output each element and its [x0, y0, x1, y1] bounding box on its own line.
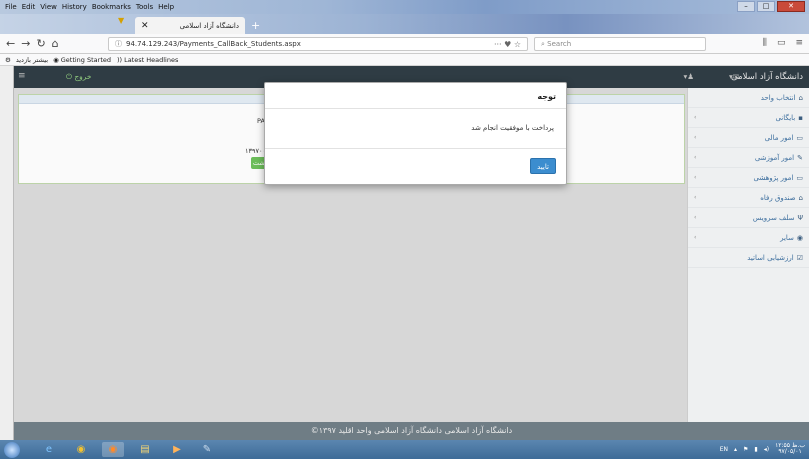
bookmarks-bar: ⚙ بیشتر بازدید ◉ Getting Started )) Late…: [0, 54, 809, 66]
rss-icon: )): [117, 55, 123, 64]
menu-tools[interactable]: Tools: [136, 3, 153, 11]
chevron-left-icon: ‹: [694, 214, 697, 221]
firefox-icon[interactable]: ◉: [102, 442, 124, 457]
chevron-left-icon: ‹: [694, 154, 697, 161]
menu-toggle-icon[interactable]: ≡: [18, 71, 26, 81]
flag-icon[interactable]: ⚑: [743, 446, 748, 453]
monitor-icon: ▭: [796, 173, 803, 182]
ie-icon[interactable]: e: [38, 442, 60, 457]
toolbar-right: ⫼ ▭ ≡: [763, 38, 803, 48]
chevron-left-icon: ‹: [694, 174, 697, 181]
sidebar-item-archive[interactable]: ‹ بایگانی ▪: [688, 108, 809, 128]
sidebar-item-self-service[interactable]: ‹ سلف سرویس Ψ: [688, 208, 809, 228]
exit-link[interactable]: ⏻ خروج: [66, 72, 92, 82]
sidebar-item-course-selection[interactable]: انتخاب واحد ⌂: [688, 88, 809, 108]
back-icon[interactable]: ←: [6, 37, 15, 50]
home-icon[interactable]: ⌂: [52, 37, 59, 50]
sidebar-item-welfare[interactable]: ‹ صندوق رفاه ⌂: [688, 188, 809, 208]
pencil-icon: ✎: [797, 153, 803, 162]
footer: ©۱۳۹۷ دانشگاه آزاد اسلامی دانشگاه آزاد ا…: [14, 422, 809, 440]
language-indicator[interactable]: EN: [720, 446, 728, 453]
system-tray: EN ▴ ⚑ ▮ ◂) ۱۲:۵۵ ب.ظ ۹۷/۰۵/۰۱: [720, 443, 805, 455]
tray-arrow-icon[interactable]: ▴: [734, 446, 737, 453]
menu-file[interactable]: File: [5, 3, 17, 11]
divider: [265, 108, 566, 109]
taskbar: e ◉ ◉ ▤ ▶ ✎ EN ▴ ⚑ ▮ ◂) ۱۲:۵۵ ب.ظ ۹۷/۰۵/…: [0, 440, 809, 459]
sidebar-item-finance[interactable]: ‹ امور مالی ▭: [688, 128, 809, 148]
ok-button[interactable]: تایید: [530, 158, 556, 174]
menu-bookmarks[interactable]: Bookmarks: [92, 3, 131, 11]
info-icon[interactable]: ⓘ: [115, 39, 122, 49]
favicon-icon: ▼: [118, 16, 125, 25]
reload-icon[interactable]: ↻: [36, 37, 45, 50]
bank-icon: ⌂: [798, 193, 803, 202]
dialog-title: توجه: [537, 92, 556, 101]
sidebar-item-evaluation[interactable]: ارزشیابی اساتید ☑: [688, 248, 809, 268]
brand-title: دانشگاه آزاد اسلامی: [730, 72, 803, 82]
library-icon[interactable]: ⫼: [763, 38, 767, 48]
tab-title: دانشگاه آزاد اسلامی: [179, 21, 239, 30]
navigation-bar: ← → ↻ ⌂ ⓘ 94.74.129.243/Payments_CallBac…: [0, 34, 809, 54]
circle-icon: ◉: [796, 233, 803, 242]
folder-icon[interactable]: ▤: [134, 442, 156, 457]
home-icon: ⌂: [798, 93, 803, 102]
bookmark-most-visited[interactable]: بیشتر بازدید: [16, 56, 48, 64]
sidebar-item-other[interactable]: ‹ سایر ◉: [688, 228, 809, 248]
menu-bar: File Edit View History Bookmarks Tools H…: [0, 0, 809, 14]
tab-active[interactable]: ✕ دانشگاه آزاد اسلامی: [135, 17, 245, 34]
chevron-left-icon: ‹: [694, 114, 697, 121]
dialog-message: پرداخت با موفقیت انجام شد: [471, 124, 554, 132]
chrome-icon[interactable]: ◉: [70, 442, 92, 457]
close-window-button[interactable]: ✕: [777, 1, 805, 12]
check-icon: ☑: [796, 253, 803, 262]
food-icon: Ψ: [797, 213, 803, 222]
new-tab-button[interactable]: +: [251, 19, 260, 32]
tab-strip: ▼ ✕ دانشگاه آزاد اسلامی +: [0, 14, 809, 34]
url-text: 94.74.129.243/Payments_CallBack_Students…: [126, 40, 301, 48]
sidebar-item-research[interactable]: ‹ امور پژوهشی ▭: [688, 168, 809, 188]
left-strip: [0, 66, 14, 440]
start-button[interactable]: [4, 442, 20, 458]
volume-icon[interactable]: ◂): [764, 446, 769, 453]
search-input[interactable]: ⌕ Search: [534, 37, 706, 51]
hamburger-menu-icon[interactable]: ≡: [795, 38, 803, 48]
media-icon[interactable]: ▶: [166, 442, 188, 457]
bookmark-getting-started[interactable]: Getting Started: [61, 56, 111, 64]
window-controls: – □ ✕: [737, 1, 805, 12]
bookmark-latest-headlines[interactable]: Latest Headlines: [124, 56, 178, 64]
menu-history[interactable]: History: [62, 3, 87, 11]
network-icon[interactable]: ▮: [754, 446, 757, 453]
maximize-button[interactable]: □: [757, 1, 775, 12]
menu-edit[interactable]: Edit: [22, 3, 36, 11]
alert-dialog: توجه پرداخت با موفقیت انجام شد تایید: [264, 82, 567, 185]
menu-view[interactable]: View: [40, 3, 57, 11]
page-actions-icon[interactable]: ··· ♥ ☆: [494, 40, 521, 49]
search-placeholder: Search: [547, 40, 572, 48]
money-icon: ▭: [796, 133, 803, 142]
forward-icon[interactable]: →: [21, 37, 30, 50]
close-icon[interactable]: ✕: [141, 21, 149, 31]
minimize-button[interactable]: –: [737, 1, 755, 12]
archive-icon: ▪: [798, 113, 803, 122]
chevron-left-icon: ‹: [694, 234, 697, 241]
sidebar-item-education[interactable]: ‹ امور آموزشی ✎: [688, 148, 809, 168]
sidebar: انتخاب واحد ⌂ ‹ بایگانی ▪ ‹ امور مالی ▭ ‹ ا…: [687, 88, 809, 440]
paint-icon[interactable]: ✎: [196, 442, 218, 457]
chevron-left-icon: ‹: [694, 134, 697, 141]
clock-date: ۹۷/۰۵/۰۱: [778, 448, 802, 455]
user-icon[interactable]: ▾♟: [684, 72, 695, 81]
chevron-left-icon: ‹: [694, 194, 697, 201]
sidebar-icon[interactable]: ▭: [777, 38, 786, 48]
firefox-icon: ◉: [53, 55, 59, 64]
url-bar[interactable]: ⓘ 94.74.129.243/Payments_CallBack_Studen…: [108, 37, 528, 51]
clock[interactable]: ۱۲:۵۵ ب.ظ ۹۷/۰۵/۰۱: [775, 443, 805, 455]
menu-help[interactable]: Help: [158, 3, 174, 11]
gear-icon[interactable]: ⚙: [5, 56, 11, 64]
divider: [265, 148, 566, 149]
